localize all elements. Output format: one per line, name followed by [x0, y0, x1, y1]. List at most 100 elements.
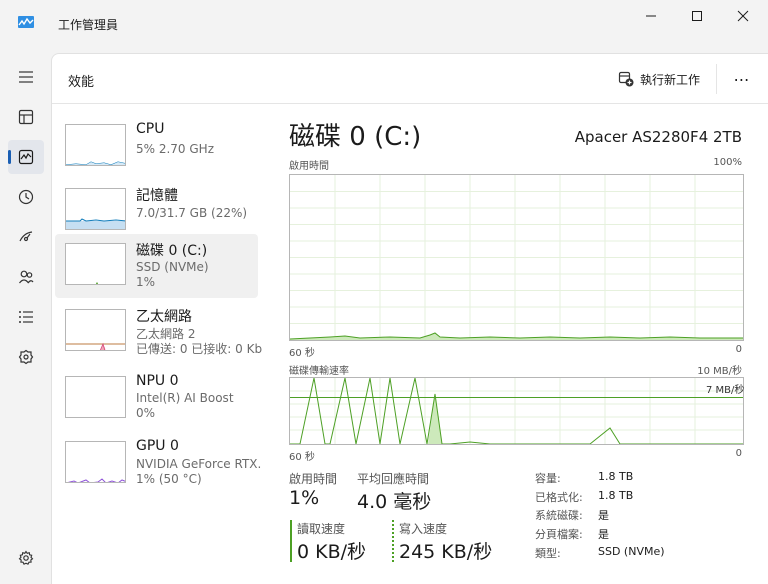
response-time-value: 4.0 毫秒 — [357, 491, 432, 513]
device-name: 乙太網路 — [136, 309, 192, 325]
detail-title: 磁碟 0 (C:) — [289, 122, 422, 152]
window-title: 工作管理員 — [58, 18, 119, 32]
performance-icon — [18, 149, 34, 165]
more-options-button[interactable]: ⋯ — [728, 66, 756, 92]
device-temp: 1% (50 °C) — [136, 472, 202, 486]
device-gpu[interactable]: GPU 0 NVIDIA GeForce RTX... 1% (50 °C) — [55, 432, 262, 496]
disk-thumbnail — [65, 243, 126, 285]
transfer-graph-min: 0 — [735, 448, 742, 459]
write-speed-indicator — [392, 520, 394, 562]
capacity-value: 1.8 TB — [598, 470, 634, 483]
transfer-graph-label: 磁碟傳輸速率 — [289, 366, 349, 377]
disk-thumbnail-graph — [95, 281, 99, 284]
ethernet-thumbnail — [65, 309, 126, 351]
nav-settings[interactable] — [8, 541, 44, 575]
capacity-label: 容量: — [535, 472, 561, 485]
system-disk-label: 系統磁碟: — [535, 509, 583, 522]
read-speed-label: 讀取速度 — [297, 522, 346, 536]
memory-thumbnail-graph — [66, 218, 125, 229]
startup-icon — [19, 231, 33, 242]
cpu-thumbnail — [65, 124, 126, 166]
write-speed-label: 寫入速度 — [399, 522, 448, 536]
formatted-label: 已格式化: — [535, 491, 583, 504]
device-name: NPU 0 — [136, 373, 179, 389]
device-usage: 0% — [136, 406, 156, 420]
device-name: 記憶體 — [136, 188, 178, 204]
close-button[interactable] — [720, 0, 766, 32]
device-detail: 5% 2.70 GHz — [136, 142, 215, 156]
close-icon — [737, 10, 749, 22]
maximize-button[interactable] — [674, 0, 720, 32]
task-manager-app-icon — [18, 16, 34, 28]
write-speed-value: 245 KB/秒 — [399, 541, 493, 563]
npu-thumbnail — [65, 376, 126, 418]
device-detail: NVIDIA GeForce RTX... — [136, 457, 262, 471]
active-time-graph-min: 0 — [735, 344, 742, 355]
transfer-rate-graph-svg — [290, 378, 743, 444]
page-title: 效能 — [68, 75, 95, 90]
read-speed-value: 0 KB/秒 — [297, 541, 367, 563]
nav-startup[interactable] — [8, 220, 44, 254]
settings-icon — [18, 550, 34, 565]
read-speed-indicator — [290, 520, 292, 562]
device-disk-0[interactable]: 磁碟 0 (C:) SSD (NVMe) 1% — [55, 234, 258, 298]
memory-thumbnail — [65, 188, 126, 230]
active-time-label: 啟用時間 — [289, 472, 338, 486]
device-ethernet[interactable]: 乙太網路 乙太網路 2 已傳送: 0 已接收: 0 Kbps — [55, 300, 262, 364]
nav-performance[interactable] — [8, 140, 44, 174]
system-disk-value: 是 — [598, 509, 609, 522]
selection-indicator — [8, 150, 11, 164]
disk-model: Apacer AS2280F4 2TB — [574, 128, 742, 146]
device-detail: 7.0/31.7 GB (22%) — [136, 206, 248, 220]
nav-menu-button[interactable] — [8, 60, 44, 94]
device-name: CPU — [136, 121, 165, 137]
active-time-graph-svg — [290, 175, 743, 340]
page-file-value: 是 — [598, 528, 609, 541]
services-icon — [18, 349, 34, 365]
nav-processes[interactable] — [8, 100, 44, 134]
run-new-task-label: 執行新工作 — [640, 72, 701, 87]
main-pane: 效能 執行新工作 ⋯ CPU 5% 2.70 GHz 記憶體 7.0/31.7 … — [51, 53, 768, 584]
device-npu[interactable]: NPU 0 Intel(R) AI Boost 0% — [55, 367, 258, 431]
run-task-icon — [618, 71, 634, 87]
processes-icon — [18, 109, 34, 125]
nav-details[interactable] — [8, 300, 44, 334]
run-new-task-button[interactable]: 執行新工作 — [618, 68, 700, 90]
device-usage: 1% — [136, 275, 156, 289]
minimize-icon — [646, 15, 656, 17]
nav-services[interactable] — [8, 340, 44, 374]
formatted-value: 1.8 TB — [598, 489, 634, 502]
details-icon — [19, 311, 33, 323]
maximize-icon — [692, 11, 702, 21]
device-name: GPU 0 — [136, 438, 179, 454]
users-icon — [19, 270, 34, 284]
cpu-thumbnail-graph — [66, 161, 125, 165]
app-history-icon — [18, 189, 34, 205]
device-cpu[interactable]: CPU 5% 2.70 GHz — [55, 115, 258, 179]
title-bar: 工作管理員 — [0, 0, 768, 48]
response-time-label: 平均回應時間 — [357, 472, 430, 486]
active-time-value: 1% — [289, 487, 320, 509]
transfer-rate-graph — [289, 377, 744, 445]
gpu-thumbnail — [65, 441, 126, 483]
type-label: 類型: — [535, 547, 561, 560]
transfer-graph-max: 10 MB/秒 — [697, 366, 742, 377]
nav-users[interactable] — [8, 260, 44, 294]
device-detail: SSD (NVMe) — [136, 260, 209, 274]
active-time-graph-label: 啟用時間 — [289, 161, 329, 172]
transfer-graph-time: 60 秒 — [289, 452, 315, 463]
device-throughput: 已傳送: 0 已接收: 0 Kbps — [136, 342, 262, 356]
nav-app-history[interactable] — [8, 180, 44, 214]
hamburger-icon — [19, 71, 33, 83]
header-divider — [716, 64, 717, 94]
active-time-graph-max: 100% — [713, 157, 742, 168]
active-time-graph — [289, 174, 744, 341]
device-detail: Intel(R) AI Boost — [136, 391, 234, 405]
ethernet-thumbnail-graph — [66, 342, 125, 350]
transfer-graph-marker: 7 MB/秒 — [706, 385, 745, 396]
minimize-button[interactable] — [628, 0, 674, 32]
type-value: SSD (NVMe) — [598, 545, 665, 558]
gpu-thumbnail-graph — [67, 478, 125, 482]
page-header: 效能 執行新工作 ⋯ — [52, 54, 768, 104]
device-name: 磁碟 0 (C:) — [136, 243, 208, 259]
